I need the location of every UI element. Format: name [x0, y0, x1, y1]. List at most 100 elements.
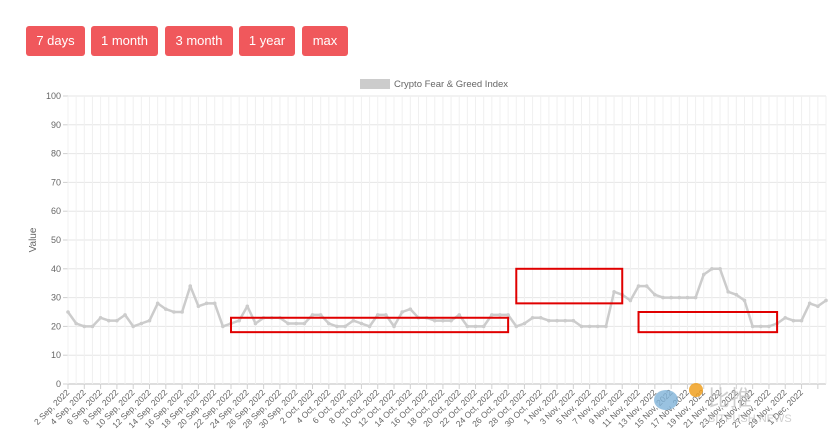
data-point [147, 318, 152, 323]
data-point [767, 324, 771, 329]
data-point [547, 318, 551, 323]
y-tick-label: 40 [51, 264, 61, 274]
data-point [359, 321, 364, 326]
data-point [253, 321, 258, 326]
y-tick-label: 60 [51, 206, 61, 216]
data-point [628, 298, 633, 303]
data-point [66, 310, 70, 314]
data-point [351, 318, 356, 323]
data-point [538, 315, 543, 320]
data-point [669, 295, 673, 300]
bitcoin-icon [689, 383, 703, 397]
data-point [710, 267, 714, 271]
data-point [522, 321, 527, 326]
data-point [98, 315, 103, 320]
data-point [587, 324, 592, 329]
data-point [807, 301, 812, 306]
data-point [375, 313, 380, 317]
data-point [514, 324, 519, 329]
data-point [74, 321, 78, 326]
y-tick-label: 100 [46, 91, 61, 101]
data-point [498, 313, 502, 317]
y-tick-label: 80 [51, 149, 61, 159]
data-point [294, 321, 299, 326]
data-point [481, 324, 486, 329]
y-tick-label: 0 [56, 379, 61, 389]
data-point [530, 315, 535, 320]
data-point [237, 318, 241, 323]
data-point [595, 324, 600, 329]
data-point [115, 318, 119, 323]
y-tick-label: 20 [51, 321, 61, 331]
data-point [449, 318, 453, 323]
data-point [742, 298, 747, 303]
data-point [473, 324, 478, 329]
data-point [579, 324, 584, 329]
data-point [465, 324, 470, 329]
bird-icon [654, 390, 678, 410]
data-point [310, 313, 315, 317]
data-point [441, 318, 445, 323]
data-point [123, 313, 127, 317]
data-point [783, 315, 788, 320]
data-point [172, 310, 176, 314]
highlight-box [637, 311, 779, 334]
data-point [799, 318, 804, 323]
y-axis-label: Value [28, 227, 39, 252]
legend-swatch [360, 79, 390, 89]
data-point [82, 324, 87, 329]
data-point [653, 292, 657, 297]
data-point [392, 324, 396, 329]
data-point [677, 295, 682, 300]
data-point [750, 324, 755, 329]
data-point [432, 318, 437, 323]
data-point [726, 290, 730, 294]
data-point [155, 301, 160, 306]
data-point [139, 321, 144, 326]
data-point [644, 284, 649, 288]
data-point [245, 304, 250, 309]
data-point [367, 324, 372, 329]
data-point [90, 324, 95, 329]
y-tick-label: 30 [51, 293, 61, 303]
data-point [824, 298, 828, 303]
data-point [791, 318, 796, 323]
data-point [221, 324, 225, 329]
legend: Crypto Fear & Greed Index [360, 79, 508, 90]
data-point [661, 295, 665, 300]
data-point [212, 301, 217, 306]
data-point [612, 290, 616, 294]
data-point [204, 301, 209, 306]
data-point [131, 324, 136, 329]
data-point [335, 324, 339, 329]
data-point [734, 292, 739, 297]
data-point [701, 272, 706, 277]
y-tick-label: 90 [51, 120, 61, 130]
data-point [106, 318, 111, 323]
data-point [302, 321, 307, 326]
data-point [636, 284, 641, 288]
watermark-cn: 比推 [708, 387, 752, 412]
data-point [685, 295, 690, 300]
data-point [490, 313, 494, 317]
data-point [188, 284, 193, 288]
data-point [164, 307, 168, 311]
data-point [758, 324, 763, 329]
legend-label: Crypto Fear & Greed Index [394, 79, 508, 90]
data-point [286, 321, 290, 326]
data-point [604, 324, 608, 329]
data-point [196, 304, 201, 309]
data-point [384, 313, 388, 317]
watermark-logo: 比推 BITPUSH NEWS [654, 383, 792, 425]
data-point [408, 307, 413, 311]
data-point [718, 267, 722, 271]
data-point [563, 318, 567, 323]
data-point [343, 324, 347, 329]
data-point [555, 318, 559, 323]
y-tick-label: 10 [51, 350, 61, 360]
data-point [693, 295, 698, 300]
watermark-en: BITPUSH NEWS [708, 413, 792, 425]
data-point [327, 321, 331, 326]
data-point [180, 310, 184, 314]
data-point [571, 318, 576, 323]
